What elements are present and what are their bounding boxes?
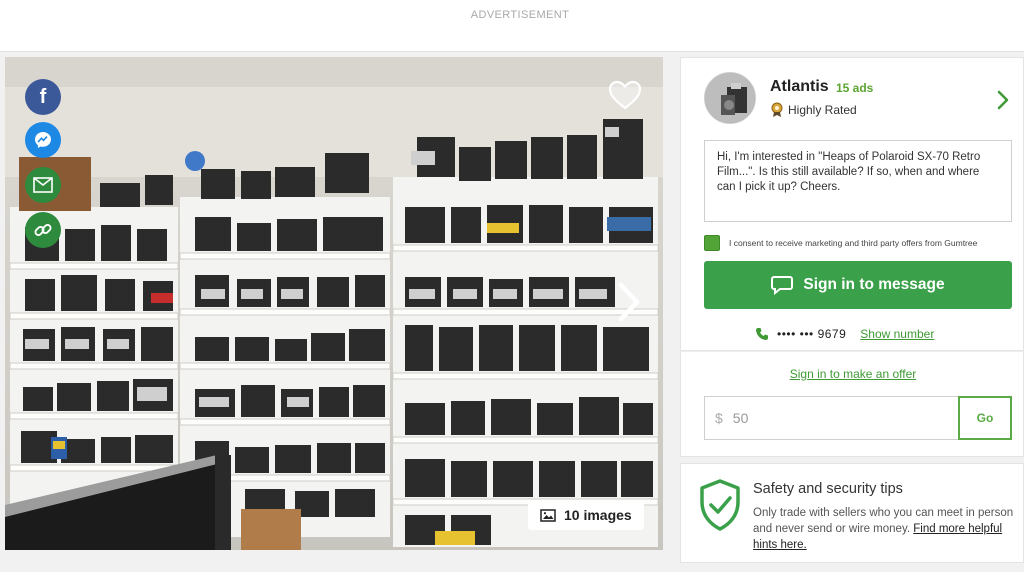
shield-check-icon	[700, 479, 740, 531]
messenger-icon	[35, 132, 51, 148]
offer-price-placeholder: 50	[732, 410, 749, 426]
make-offer-link[interactable]: Sign in to make an offer	[681, 367, 1024, 381]
seller-badge-label: Highly Rated	[788, 103, 857, 117]
safety-tips-card: Safety and security tips Only trade with…	[680, 463, 1024, 563]
show-number-link[interactable]: Show number	[860, 327, 934, 341]
heart-icon	[608, 80, 642, 110]
image-icon	[540, 508, 556, 522]
sign-in-to-message-label: Sign in to message	[803, 276, 945, 293]
next-image-button[interactable]	[611, 279, 647, 325]
make-offer-card: Sign in to make an offer $ 50 Go	[680, 351, 1024, 457]
email-icon	[33, 177, 53, 193]
seller-rating-badge: Highly Rated	[770, 102, 857, 118]
consent-label: I consent to receive marketing and third…	[729, 238, 978, 248]
listing-photo	[5, 57, 663, 550]
image-count-label: 10 images	[564, 507, 632, 523]
chat-icon	[771, 276, 794, 295]
phone-icon	[756, 328, 768, 340]
share-link-button[interactable]	[25, 212, 61, 248]
share-facebook-button[interactable]: f	[25, 79, 61, 115]
share-email-button[interactable]	[25, 167, 61, 203]
advertisement-label: ADVERTISEMENT	[470, 9, 570, 21]
offer-price-input[interactable]: $ 50	[704, 396, 958, 440]
seller-ads-count[interactable]: 15 ads	[836, 81, 873, 95]
listing-image-gallery[interactable]: f 10 images	[5, 57, 663, 550]
link-icon	[34, 224, 52, 236]
chevron-right-icon	[997, 90, 1009, 110]
facebook-icon: f	[39, 85, 47, 108]
favorite-button[interactable]	[605, 75, 645, 115]
phone-row: •••• ••• 9679 Show number	[755, 327, 934, 341]
share-messenger-button[interactable]	[25, 122, 61, 158]
safety-text: Only trade with sellers who you can meet…	[753, 505, 1019, 553]
sign-in-to-message-button[interactable]: Sign in to message	[704, 261, 1012, 309]
ad-banner: ADVERTISEMENT	[0, 0, 1024, 52]
chevron-right-icon	[618, 282, 640, 322]
image-count-button[interactable]: 10 images	[528, 500, 644, 530]
seller-contact-card: Atlantis 15 ads Highly Rated Hi, I'm int…	[680, 57, 1024, 351]
seller-profile-link[interactable]	[995, 88, 1011, 112]
phone-number-masked: •••• ••• 9679	[777, 327, 847, 341]
seller-name[interactable]: Atlantis	[770, 78, 829, 96]
seller-avatar[interactable]	[704, 72, 756, 124]
award-icon	[771, 102, 783, 117]
marketing-consent: I consent to receive marketing and third…	[704, 235, 977, 251]
safety-title: Safety and security tips	[753, 481, 903, 497]
consent-checkbox[interactable]	[704, 235, 720, 251]
message-textarea[interactable]: Hi, I'm interested in "Heaps of Polaroid…	[704, 140, 1012, 222]
offer-go-button[interactable]: Go	[958, 396, 1012, 440]
currency-symbol: $	[715, 410, 723, 426]
